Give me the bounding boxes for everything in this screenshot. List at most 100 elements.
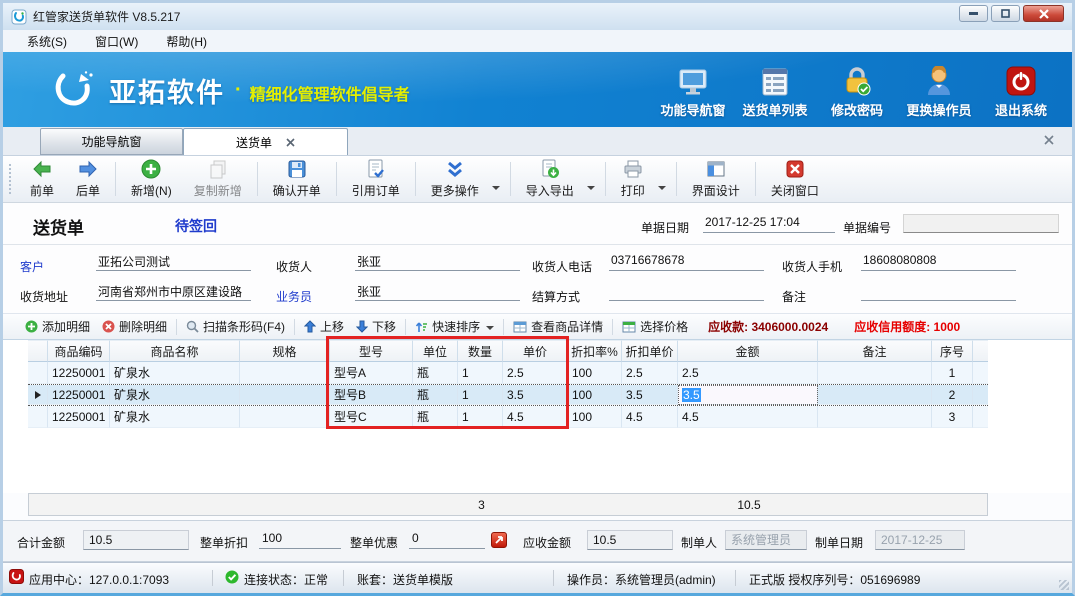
menu-system[interactable]: 系统(S) (13, 30, 81, 53)
toolbar-drag-handle[interactable] (9, 164, 13, 194)
cell-unit[interactable]: 瓶 (413, 362, 458, 384)
tab-close-icon[interactable] (286, 138, 295, 147)
cell-name[interactable]: 矿泉水 (110, 406, 240, 428)
receiver-field[interactable]: 张亚 (355, 253, 520, 271)
ui-design-button[interactable]: 界面设计 (681, 156, 751, 202)
view-product-button[interactable]: 查看商品详情 (507, 318, 609, 335)
resize-grip[interactable] (1059, 580, 1069, 590)
cell-model[interactable]: 型号A (330, 362, 413, 384)
move-up-button[interactable]: 上移 (298, 318, 350, 335)
copy-new-button[interactable]: 复制新增 (183, 156, 253, 202)
phone-field[interactable]: 03716678678 (609, 253, 764, 271)
address-field[interactable]: 河南省郑州市中原区建设路 (96, 283, 251, 301)
customer-field[interactable]: 亚拓公司测试 (96, 253, 251, 271)
tab-delivery-order[interactable]: 送货单 (183, 128, 348, 155)
delete-detail-button[interactable]: 删除明细 (96, 318, 173, 335)
menu-window[interactable]: 窗口(W) (81, 30, 152, 53)
dropdown-arrow-icon[interactable] (492, 186, 500, 190)
col-header-qty[interactable]: 数量 (458, 340, 503, 362)
banner-action-nav[interactable]: 功能导航窗 (652, 62, 734, 119)
cell-model[interactable]: 型号B (330, 385, 413, 405)
cell-name[interactable]: 矿泉水 (110, 362, 240, 384)
tabstrip-close-icon[interactable] (1044, 135, 1054, 145)
col-header-seq[interactable]: 序号 (932, 340, 973, 362)
cell-price[interactable]: 3.5 (503, 385, 568, 405)
col-header-price[interactable]: 单价 (503, 340, 568, 362)
cell-code[interactable]: 12250001 (48, 385, 110, 405)
cell-remark[interactable] (818, 362, 932, 384)
col-header-name[interactable]: 商品名称 (110, 340, 240, 362)
menu-help[interactable]: 帮助(H) (152, 30, 221, 53)
maximize-button[interactable] (991, 5, 1020, 22)
cell-name[interactable]: 矿泉水 (110, 385, 240, 405)
new-button[interactable]: 新增(N) (120, 156, 183, 202)
quick-sort-button[interactable]: 快速排序 (409, 318, 500, 335)
add-detail-button[interactable]: 添加明细 (19, 318, 96, 335)
cell-unit[interactable]: 瓶 (413, 406, 458, 428)
cell-discount-price[interactable]: 3.5 (622, 385, 678, 405)
prev-order-button[interactable]: 前单 (19, 156, 65, 202)
cell-seq[interactable]: 1 (932, 362, 973, 384)
table-row[interactable]: 12250001 矿泉水 型号A 瓶 1 2.5 100 2.5 2.5 1 (28, 362, 988, 384)
settle-field[interactable] (609, 283, 764, 301)
tab-nav-window[interactable]: 功能导航窗 (40, 128, 183, 155)
cell-model[interactable]: 型号C (330, 406, 413, 428)
print-button[interactable]: 打印 (610, 156, 656, 202)
cell-code[interactable]: 12250001 (48, 406, 110, 428)
row-selector[interactable] (28, 406, 48, 428)
cell-spec[interactable] (240, 362, 330, 384)
cell-code[interactable]: 12250001 (48, 362, 110, 384)
order-discount-field[interactable]: 100 (259, 531, 341, 549)
move-down-button[interactable]: 下移 (350, 318, 402, 335)
table-row[interactable]: 12250001 矿泉水 型号C 瓶 1 4.5 100 4.5 4.5 3 (28, 406, 988, 428)
col-header-amount[interactable]: 金额 (678, 340, 818, 362)
cell-discount-price[interactable]: 4.5 (622, 406, 678, 428)
cell-amount-editing[interactable]: 3.5 (678, 385, 818, 405)
dropdown-arrow-icon[interactable] (658, 186, 666, 190)
banner-action-change-password[interactable]: 修改密码 (816, 62, 898, 119)
cell-remark[interactable] (818, 385, 932, 405)
remark-field[interactable] (861, 283, 1016, 301)
close-window-button[interactable]: 关闭窗口 (760, 156, 830, 202)
cell-unit[interactable]: 瓶 (413, 385, 458, 405)
cell-amount[interactable]: 4.5 (678, 406, 818, 428)
banner-action-exit[interactable]: 退出系统 (980, 62, 1062, 119)
doc-date-field[interactable]: 2017-12-25 17:04 (703, 215, 835, 233)
minimize-button[interactable] (959, 5, 988, 22)
col-header-discount-price[interactable]: 折扣单价 (622, 340, 678, 362)
cell-remark[interactable] (818, 406, 932, 428)
banner-action-switch-operator[interactable]: 更换操作员 (898, 62, 980, 119)
reference-order-button[interactable]: 引用订单 (341, 156, 411, 202)
cell-qty[interactable]: 1 (458, 406, 503, 428)
import-export-button[interactable]: 导入导出 (515, 156, 585, 202)
close-button[interactable] (1023, 5, 1064, 22)
cell-discount[interactable]: 100 (568, 385, 622, 405)
next-order-button[interactable]: 后单 (65, 156, 111, 202)
cell-discount[interactable]: 100 (568, 362, 622, 384)
table-row-selected[interactable]: 12250001 矿泉水 型号B 瓶 1 3.5 100 3.5 3.5 2 (28, 384, 988, 406)
row-selector[interactable] (28, 362, 48, 384)
confirm-button[interactable]: 确认开单 (262, 156, 332, 202)
cell-qty[interactable]: 1 (458, 362, 503, 384)
cell-amount[interactable]: 2.5 (678, 362, 818, 384)
cell-qty[interactable]: 1 (458, 385, 503, 405)
cell-seq[interactable]: 3 (932, 406, 973, 428)
col-header-model[interactable]: 型号 (330, 340, 413, 362)
col-header-discount[interactable]: 折扣率% (568, 340, 622, 362)
cell-spec[interactable] (240, 385, 330, 405)
cell-seq[interactable]: 2 (932, 385, 973, 405)
cell-discount[interactable]: 100 (568, 406, 622, 428)
banner-action-order-list[interactable]: 送货单列表 (734, 62, 816, 119)
cell-spec[interactable] (240, 406, 330, 428)
dropdown-arrow-icon[interactable] (587, 186, 595, 190)
more-actions-button[interactable]: 更多操作 (420, 156, 490, 202)
col-header-code[interactable]: 商品编码 (48, 340, 110, 362)
mobile-field[interactable]: 18608080808 (861, 253, 1016, 271)
cell-price[interactable]: 4.5 (503, 406, 568, 428)
doc-no-field[interactable] (903, 214, 1059, 233)
row-selector[interactable] (28, 385, 48, 405)
select-price-button[interactable]: 选择价格 (616, 318, 694, 335)
salesman-field[interactable]: 张亚 (355, 283, 520, 301)
col-header-remark[interactable]: 备注 (818, 340, 932, 362)
col-header-unit[interactable]: 单位 (413, 340, 458, 362)
